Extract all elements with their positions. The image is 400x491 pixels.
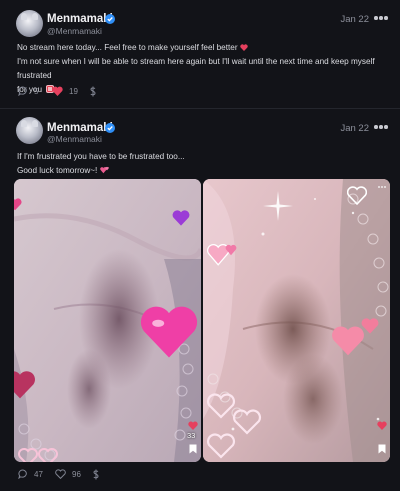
heart-outline-sticker [18,448,58,462]
heart-outline-sticker [347,186,367,205]
like-count: 96 [72,469,81,479]
author-handle[interactable]: @Menmamaki [47,26,102,36]
magenta-heart-sticker [140,306,198,358]
media-like-count: 33 [187,431,196,440]
like-button[interactable]: 96 [55,469,81,479]
post-card[interactable]: Menmamaki @Menmamaki Jan 22 No stream he… [0,0,400,109]
like-button[interactable]: 19 [52,86,78,96]
comment-button[interactable]: 47 [18,469,43,479]
purple-heart-sticker [172,210,190,226]
avatar[interactable] [16,10,43,37]
heart-filled-icon[interactable] [377,421,387,430]
comment-icon [18,86,27,96]
verified-badge-icon [105,14,115,24]
pink-heart-sticker [332,326,364,356]
pink-hearts-emoji [99,166,109,174]
expand-icon[interactable] [378,185,386,189]
author-handle[interactable]: @Menmamaki [47,134,102,144]
comment-button[interactable]: 5 [18,86,38,96]
tip-button[interactable] [89,86,103,97]
heart-outline-icon [55,469,66,479]
author-name[interactable]: Menmamaki [47,122,113,134]
post-text-line: If I'm frustrated you have to be frustra… [17,152,185,161]
dollar-icon [90,86,96,97]
post-text-line: No stream here today... Feel free to mak… [17,43,238,52]
comment-count: 47 [34,469,43,479]
like-count: 19 [69,86,78,96]
heart-outline-sticker [206,393,262,459]
author-name[interactable]: Menmamaki [47,13,113,25]
pink-heart-sticker [14,198,22,211]
bookmark-icon[interactable] [378,444,386,454]
heart-emoji [240,44,248,51]
avatar[interactable] [16,117,43,144]
post-date[interactable]: Jan 22 [340,123,369,134]
more-options-icon[interactable] [374,125,388,129]
pink-heart-sticker [207,244,237,266]
comment-icon [18,469,27,479]
comment-count: 5 [34,86,39,96]
post-text: If I'm frustrated you have to be frustra… [17,150,382,178]
tip-button[interactable] [92,469,106,480]
post-text-line: Good luck tomorrow~! [17,166,98,175]
heart-filled-icon [52,86,63,96]
heart-filled-icon[interactable] [188,421,198,430]
verified-badge-icon [105,123,115,133]
post-media-image[interactable] [14,179,201,462]
more-options-icon[interactable] [374,16,388,20]
dollar-icon [93,469,99,480]
pink-heart-sticker [361,318,379,334]
pink-heart-sticker [14,371,35,399]
sparkle-sticker [263,191,293,221]
post-date[interactable]: Jan 22 [340,14,369,25]
post-text-line: I'm not sure when I will be able to stre… [17,57,375,80]
post-media-image[interactable] [203,179,390,462]
bookmark-icon[interactable] [189,444,197,454]
